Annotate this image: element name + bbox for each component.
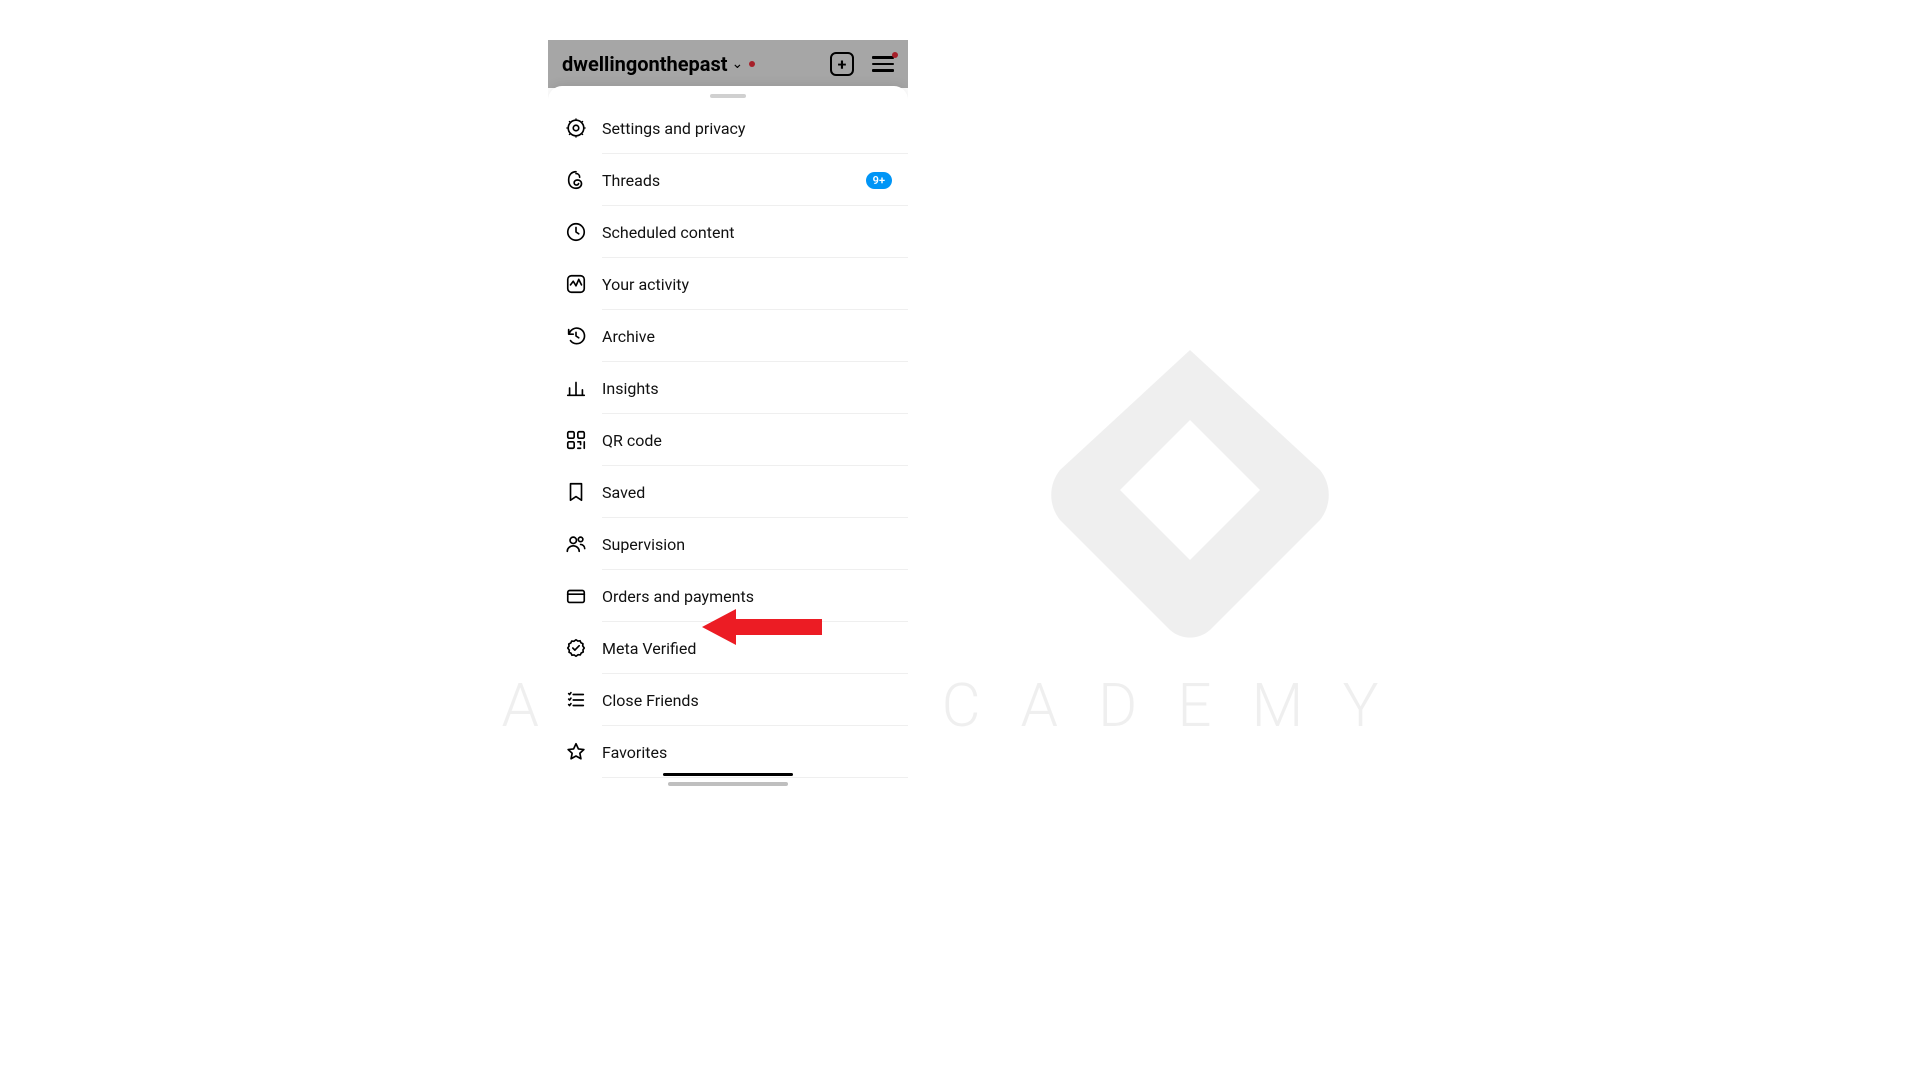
clock-icon [564, 220, 588, 244]
menu-item-verified[interactable]: Meta Verified [548, 622, 908, 674]
list-icon [564, 688, 588, 712]
menu-item-label: Settings and privacy [602, 119, 746, 138]
menu-item-label: Scheduled content [602, 223, 735, 242]
menu-item-threads[interactable]: Threads 9+ [548, 154, 908, 206]
profile-header: dwellingonthepast ⌄ + [548, 40, 908, 88]
people-icon [564, 532, 588, 556]
qr-icon [564, 428, 588, 452]
threads-icon [564, 168, 588, 192]
activity-icon [564, 272, 588, 296]
username-switcher[interactable]: dwellingonthepast ⌄ [562, 52, 755, 76]
watermark-shape-right [1040, 340, 1340, 640]
home-indicator [663, 773, 793, 786]
menu-item-label: Archive [602, 327, 655, 346]
menu-item-activity[interactable]: Your activity [548, 258, 908, 310]
hamburger-menu-button[interactable] [872, 56, 894, 72]
notification-dot-icon [749, 61, 755, 67]
chevron-down-icon: ⌄ [732, 56, 744, 72]
menu-item-favorites[interactable]: Favorites [548, 726, 908, 778]
menu-item-label: Orders and payments [602, 587, 754, 606]
menu-item-label: Meta Verified [602, 639, 696, 658]
menu-item-label: Threads [602, 171, 660, 190]
menu-item-label: Insights [602, 379, 659, 398]
menu-item-orders[interactable]: Orders and payments [548, 570, 908, 622]
gear-icon [564, 116, 588, 140]
menu-item-label: Your activity [602, 275, 689, 294]
menu-item-qr[interactable]: QR code [548, 414, 908, 466]
username-label: dwellingonthepast [562, 52, 728, 76]
menu-item-scheduled[interactable]: Scheduled content [548, 206, 908, 258]
menu-item-label: Saved [602, 483, 645, 502]
sheet-grabber[interactable] [710, 94, 746, 98]
create-post-button[interactable]: + [830, 52, 854, 76]
menu-item-archive[interactable]: Archive [548, 310, 908, 362]
seal-icon [564, 636, 588, 660]
card-icon [564, 584, 588, 608]
menu-item-saved[interactable]: Saved [548, 466, 908, 518]
phone-frame: dwellingonthepast ⌄ + Settings and priva… [548, 40, 908, 792]
history-icon [564, 324, 588, 348]
menu-item-label: QR code [602, 431, 662, 450]
menu-item-settings[interactable]: Settings and privacy [548, 102, 908, 154]
notification-dot-icon [892, 52, 898, 58]
menu-item-label: Favorites [602, 743, 667, 762]
bookmark-icon [564, 480, 588, 504]
menu-item-insights[interactable]: Insights [548, 362, 908, 414]
menu-item-label: Close Friends [602, 691, 699, 710]
menu-item-close[interactable]: Close Friends [548, 674, 908, 726]
bottom-sheet: Settings and privacy Threads 9+ Scheduled c… [548, 86, 908, 792]
menu-item-label: Supervision [602, 535, 685, 554]
menu-item-supervision[interactable]: Supervision [548, 518, 908, 570]
menu-list: Settings and privacy Threads 9+ Scheduled c… [548, 102, 908, 792]
bar-icon [564, 376, 588, 400]
star-icon [564, 740, 588, 764]
badge: 9+ [866, 172, 892, 189]
